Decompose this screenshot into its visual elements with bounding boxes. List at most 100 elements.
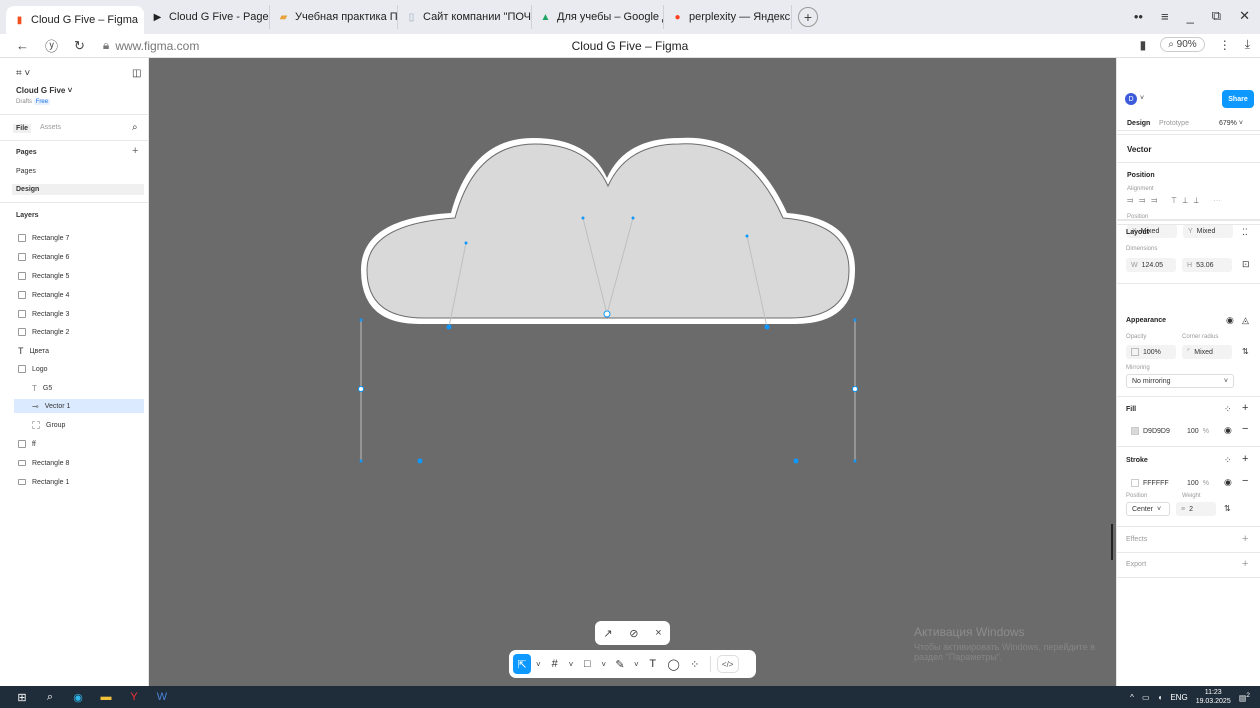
notifications-icon[interactable]: ▤2 — [1239, 692, 1250, 703]
file-explorer-icon[interactable]: ▬ — [98, 689, 114, 705]
height-field[interactable]: H 53.06 — [1182, 258, 1232, 272]
canvas[interactable]: Активация Windows Чтобы активировать Win… — [149, 58, 1116, 686]
layer-item[interactable]: Rectangle 6 — [14, 250, 144, 264]
styles-icon[interactable]: ⁘ — [1224, 455, 1232, 466]
paint-bucket-icon[interactable]: ⊘ — [629, 627, 638, 640]
chevron-down-icon[interactable]: ˅ — [599, 654, 608, 674]
restore-icon[interactable]: ⧉ — [1212, 8, 1221, 24]
download-icon[interactable]: ⤓ — [1245, 37, 1250, 52]
chevron-down-icon[interactable]: ˅ — [632, 654, 641, 674]
new-tab-button[interactable]: + — [798, 7, 818, 27]
yandex-browser-icon[interactable]: Y — [126, 689, 142, 705]
tab-figma[interactable]: ▮ Cloud G Five – Figma × — [6, 6, 144, 34]
stroke-settings-icon[interactable]: ⇅ — [1224, 504, 1231, 513]
add-fill-icon[interactable]: + — [1242, 402, 1248, 414]
rectangle-tool-icon[interactable]: □ — [578, 654, 596, 674]
layer-item[interactable]: Logo — [14, 362, 144, 376]
zoom-level[interactable]: 679% ˅ — [1219, 120, 1243, 127]
styles-icon[interactable]: ⁘ — [1224, 404, 1232, 415]
back-arrow-icon[interactable]: ← — [16, 38, 29, 53]
remove-fill-icon[interactable]: − — [1242, 423, 1248, 435]
scrollbar[interactable] — [1111, 524, 1113, 560]
tab-google-drive[interactable]: ▲ Для учебы – Google Дис — [532, 5, 664, 29]
tab-file[interactable]: File — [13, 124, 32, 133]
add-page-icon[interactable]: + — [132, 145, 138, 157]
layer-item[interactable]: Rectangle 8 — [14, 456, 144, 470]
share-button[interactable]: Share — [1222, 90, 1254, 108]
clock[interactable]: 11:23 19.03.2025 — [1196, 688, 1231, 706]
chevron-down-icon[interactable]: ˅ — [567, 654, 576, 674]
zoom-indicator[interactable]: ⌕ 90% — [1160, 37, 1205, 52]
actions-icon[interactable]: ⁘ — [686, 654, 704, 674]
stroke-color-field[interactable]: FFFFFF — [1126, 476, 1176, 490]
add-export-icon[interactable]: + — [1242, 558, 1248, 570]
pen-tool-icon[interactable]: ✎ — [611, 654, 629, 674]
blend-mode-icon[interactable]: ◬ — [1242, 315, 1249, 326]
cloud-vector-drawing[interactable] — [149, 58, 1116, 686]
tab-pages[interactable]: ▶ Cloud G Five - Pages — [144, 5, 270, 29]
volume-icon[interactable]: ◖ — [1158, 693, 1163, 702]
tab-prototype[interactable]: Prototype — [1159, 120, 1189, 127]
page-item-design[interactable]: Design — [12, 184, 144, 195]
mirroring-select[interactable]: No mirroring ˅ — [1126, 374, 1234, 388]
close-window-icon[interactable]: ✕ — [1239, 8, 1250, 24]
layer-item[interactable]: Rectangle 5 — [14, 269, 144, 283]
add-stroke-icon[interactable]: + — [1242, 453, 1248, 465]
avatar[interactable]: D — [1125, 93, 1137, 105]
fill-swatch[interactable] — [1131, 427, 1139, 435]
panel-toggle-icon[interactable]: ◫ — [132, 68, 141, 79]
comment-tool-icon[interactable]: ◯ — [665, 654, 683, 674]
edge-icon[interactable]: ◉ — [70, 689, 86, 705]
chevron-down-icon[interactable]: ˅ — [534, 654, 543, 674]
yandex-circle-icon[interactable]: ⓨ — [45, 36, 58, 55]
constrain-proportions-icon[interactable]: ⊡ — [1242, 259, 1250, 270]
stroke-opacity-field[interactable]: 100 % — [1182, 476, 1216, 490]
stroke-visibility-icon[interactable]: ◉ — [1224, 477, 1232, 488]
visibility-icon[interactable]: ◉ — [1226, 315, 1234, 326]
word-icon[interactable]: W — [154, 689, 170, 705]
fill-opacity-field[interactable]: 100 % — [1182, 424, 1216, 438]
tab-practice[interactable]: ▰ Учебная практика ПМ 08. — [270, 5, 398, 29]
layer-item[interactable]: Rectangle 7 — [14, 231, 144, 245]
figma-menu-icon[interactable]: ⌗ ˅ — [16, 68, 30, 79]
opacity-field[interactable]: 100% — [1126, 345, 1176, 359]
tab-design[interactable]: Design — [1127, 120, 1150, 127]
hamburger-icon[interactable]: ≡ — [1161, 9, 1169, 24]
url-field[interactable]: 🔒︎ www.figma.com — [103, 38, 199, 53]
search-icon[interactable]: ⌕ — [42, 689, 58, 705]
file-name[interactable]: Cloud G Five ˅ — [16, 86, 72, 95]
language-indicator[interactable]: ENG — [1170, 693, 1187, 702]
layer-item-selected[interactable]: ⊸ Vector 1 — [14, 399, 144, 413]
stroke-weight-field[interactable]: ≡ 2 — [1176, 502, 1216, 516]
page-item-pages[interactable]: Pages — [16, 168, 36, 175]
tab-yandex[interactable]: ● perplexity — Яндекс: наш — [664, 5, 792, 29]
layer-item[interactable]: Rectangle 3 — [14, 307, 144, 321]
y-field[interactable]: Y Mixed — [1183, 224, 1233, 238]
width-field[interactable]: W 124.05 — [1126, 258, 1176, 272]
search-icon[interactable]: ⌕ — [132, 122, 138, 133]
independent-corners-icon[interactable]: ⇅ — [1242, 347, 1249, 356]
minimize-icon[interactable]: _ — [1187, 9, 1194, 24]
layer-item[interactable]: T G5 — [14, 381, 144, 395]
tab-assets[interactable]: Assets — [40, 124, 61, 131]
dev-mode-icon[interactable]: </> — [716, 655, 739, 673]
more-icon[interactable]: ⋮ — [1219, 38, 1231, 52]
layer-item[interactable]: Rectangle 4 — [14, 288, 144, 302]
yandex-menu-icon[interactable]: •• — [1134, 9, 1143, 24]
layer-item[interactable]: Group — [14, 418, 144, 432]
add-effect-icon[interactable]: + — [1242, 533, 1248, 545]
bend-tool-icon[interactable]: ↗ — [603, 627, 612, 640]
layer-item[interactable]: Rectangle 1 — [14, 475, 144, 489]
corner-radius-field[interactable]: ⌜ Mixed — [1182, 345, 1232, 359]
layer-item[interactable]: ff — [14, 437, 144, 451]
remove-stroke-icon[interactable]: − — [1242, 475, 1248, 487]
network-icon[interactable]: ▭ — [1142, 693, 1150, 702]
alignment-icons[interactable]: ⫤⫤⫤ ⊤⊥⊥ ⋯ — [1127, 196, 1227, 206]
fill-color-field[interactable]: D9D9D9 — [1126, 424, 1176, 438]
windows-start-icon[interactable]: ⊞ — [14, 689, 30, 705]
close-vector-edit-icon[interactable]: × — [655, 627, 661, 639]
bookmark-icon[interactable]: ▮ — [1140, 38, 1147, 52]
layer-item[interactable]: T Цвета — [14, 344, 144, 358]
reload-icon[interactable]: ↻ — [74, 38, 85, 54]
layer-item[interactable]: Rectangle 2 — [14, 325, 144, 339]
